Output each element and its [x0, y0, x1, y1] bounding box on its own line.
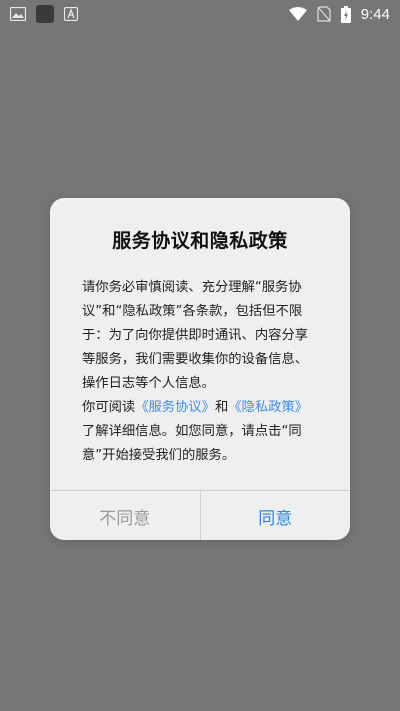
dialog-title: 服务协议和隐私政策 — [112, 230, 288, 252]
image-icon — [10, 7, 26, 21]
wifi-icon — [288, 7, 307, 21]
battery-icon — [340, 5, 351, 23]
dialog-body: 请你务必审慎阅读、充分理解“服务协议”和“隐私政策”各条款，包括但不限于：为了向… — [82, 276, 320, 468]
privacy-dialog: 服务协议和隐私政策 请你务必审慎阅读、充分理解“服务协议”和“隐私政策”各条款，… — [50, 198, 350, 540]
status-time: 9:44 — [360, 5, 390, 23]
dialog-paragraph-2: 你可阅读《服务协议》和《隐私政策》了解详细信息。如您同意，请点击“同意”开始接受… — [82, 396, 320, 468]
dialog-actions: 不同意 同意 — [50, 490, 350, 540]
paragraph2-prefix: 你可阅读 — [82, 400, 136, 415]
disagree-button[interactable]: 不同意 — [50, 491, 201, 540]
app-square-icon — [36, 5, 54, 23]
status-right: 9:44 — [288, 5, 390, 23]
paragraph2-and: 和 — [214, 400, 229, 415]
paragraph2-suffix: 了解详细信息。如您同意，请点击“同意”开始接受我们的服务。 — [82, 424, 302, 463]
service-agreement-link[interactable]: 《服务协议》 — [135, 400, 215, 415]
status-bar: 9:44 — [0, 0, 400, 28]
status-left — [10, 5, 78, 23]
agree-button[interactable]: 同意 — [201, 491, 351, 540]
screen: 9:44 服务协议和隐私政策 请你务必审慎阅读、充分理解“服务协议”和“隐私政策… — [0, 0, 400, 711]
text-a-icon — [64, 7, 78, 21]
dialog-paragraph-1: 请你务必审慎阅读、充分理解“服务协议”和“隐私政策”各条款，包括但不限于：为了向… — [82, 280, 309, 391]
no-sim-icon — [317, 6, 331, 22]
privacy-policy-link[interactable]: 《隐私政策》 — [228, 400, 308, 415]
